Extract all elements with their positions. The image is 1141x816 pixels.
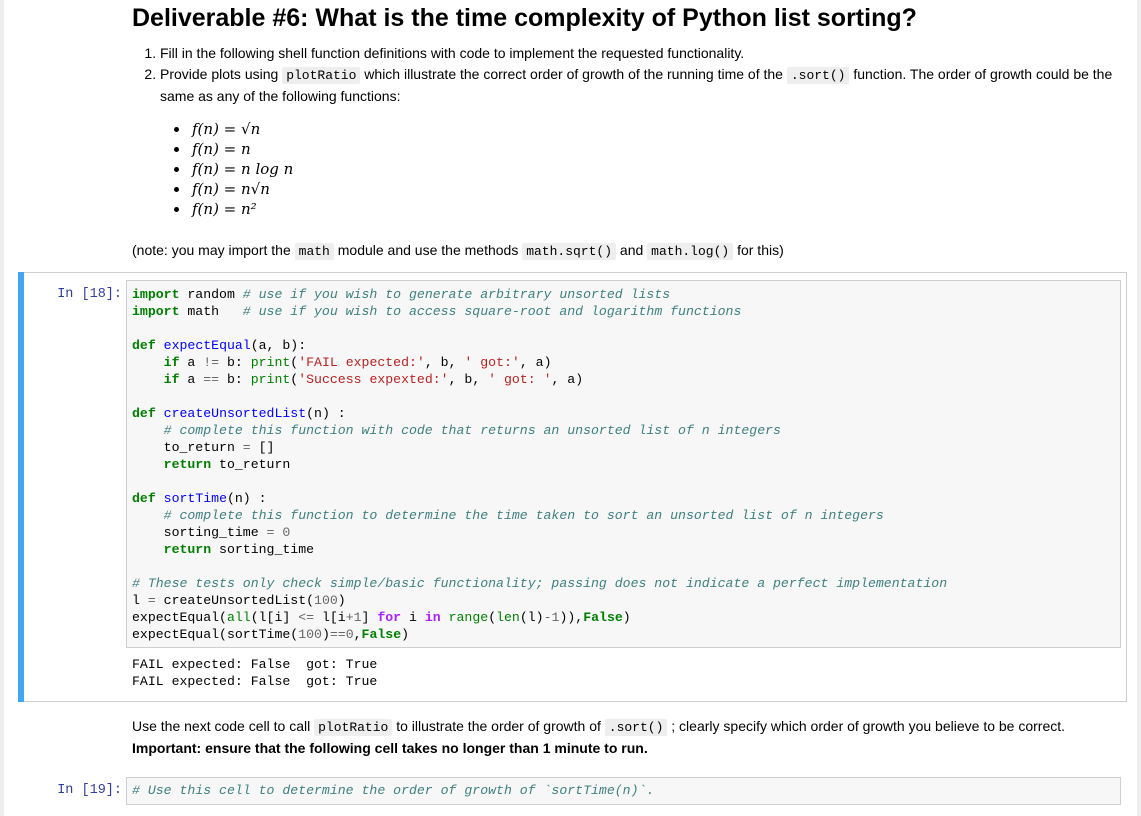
step-1: Fill in the following shell function def…	[160, 43, 1141, 64]
inline-code-log: math.log()	[647, 243, 734, 260]
inline-code-plotratio-2: plotRatio	[314, 719, 393, 736]
function-item: f(n) = n	[190, 139, 293, 159]
function-item: f(n) = √n	[190, 119, 293, 139]
right-gutter	[1137, 0, 1141, 816]
math-note: (note: you may import the math module an…	[132, 242, 784, 260]
cell-prompt-2: In [19]:	[57, 783, 122, 798]
cell-selection-bar	[18, 272, 24, 702]
important-note: Important: ensure that the following cel…	[132, 740, 648, 756]
function-item: f(n) = n√n	[190, 179, 293, 199]
cell-prompt: In [18]:	[57, 287, 122, 302]
instruction-line: Use the next code cell to call plotRatio…	[132, 718, 1066, 736]
left-gutter	[0, 0, 4, 816]
code-editor-content[interactable]: import random # use if you wish to gener…	[132, 286, 947, 643]
inline-code-sort-2: .sort()	[604, 719, 668, 736]
instruction-paragraph: Use the next code cell to call plotRatio…	[132, 716, 1122, 759]
inline-code-math: math	[294, 243, 334, 260]
deliverable-heading: Deliverable #6: What is the time complex…	[132, 4, 917, 32]
inline-code-sort: .sort()	[786, 67, 850, 84]
inline-code-sqrt: math.sqrt()	[522, 243, 617, 260]
cell-output: FAIL expected: False got: True FAIL expe…	[132, 657, 378, 689]
function-item: f(n) = n²	[190, 199, 293, 219]
code-editor-content-2[interactable]: # Use this cell to determine the order o…	[132, 782, 654, 799]
function-item: f(n) = n log n	[190, 159, 293, 179]
inline-code-plotratio: plotRatio	[282, 67, 361, 84]
step-2: Provide plots using plotRatio which illu…	[160, 64, 1141, 107]
growth-functions-list: f(n) = √n f(n) = n f(n) = n log n f(n) =…	[170, 119, 293, 219]
instructions-list: Fill in the following shell function def…	[132, 43, 1141, 107]
